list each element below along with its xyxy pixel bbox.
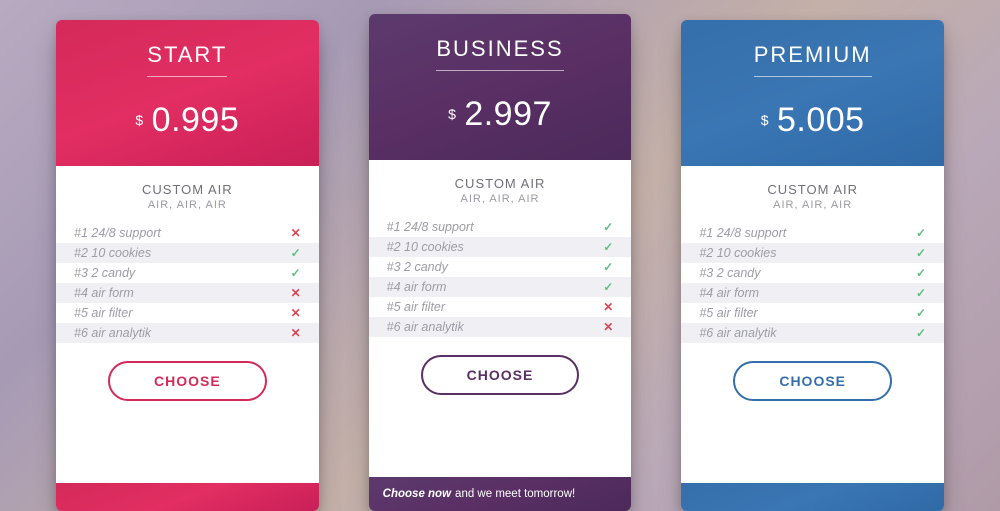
feature-label: #6 air analytik xyxy=(74,326,151,340)
plan-subsubtitle: AIR, AIR, AIR xyxy=(56,199,319,211)
pricing-card-premium: PREMIUM $ 5.005 CUSTOM AIR AIR, AIR, AIR… xyxy=(681,20,944,511)
check-icon: ✓ xyxy=(916,226,926,240)
feature-label: #4 air form xyxy=(387,280,447,294)
feature-row: #2 10 cookies ✓ xyxy=(681,243,944,263)
plan-name: PREMIUM xyxy=(754,42,872,77)
plan-subsubtitle: AIR, AIR, AIR xyxy=(681,199,944,211)
cross-icon: ✕ xyxy=(603,300,613,314)
feature-list: #1 24/8 support ✕ #2 10 cookies ✓ #3 2 can… xyxy=(56,223,319,343)
feature-row: #6 air analytik ✓ xyxy=(681,323,944,343)
cross-icon: ✕ xyxy=(291,306,301,320)
feature-label: #1 24/8 support xyxy=(74,226,161,240)
feature-row: #2 10 cookies ✓ xyxy=(56,243,319,263)
card-header: BUSINESS $ 2.997 xyxy=(369,14,632,160)
cross-icon: ✕ xyxy=(291,226,301,240)
plan-name: START xyxy=(147,42,227,77)
price-row: $ 2.997 xyxy=(379,95,622,134)
check-icon: ✓ xyxy=(916,306,926,320)
price-value: 5.005 xyxy=(777,101,865,139)
feature-row: #5 air filter ✓ xyxy=(681,303,944,323)
currency-symbol: $ xyxy=(135,112,143,128)
feature-row: #4 air form ✓ xyxy=(369,277,632,297)
check-icon: ✓ xyxy=(603,240,613,254)
check-icon: ✓ xyxy=(916,266,926,280)
feature-label: #3 2 candy xyxy=(699,266,760,280)
check-icon: ✓ xyxy=(603,220,613,234)
check-icon: ✓ xyxy=(603,280,613,294)
feature-label: #2 10 cookies xyxy=(387,240,464,254)
card-header: PREMIUM $ 5.005 xyxy=(681,20,944,166)
cross-icon: ✕ xyxy=(291,326,301,340)
feature-row: #1 24/8 support ✓ xyxy=(369,217,632,237)
card-footer: Choose now and we meet tomorrow! xyxy=(369,477,632,511)
feature-label: #5 air filter xyxy=(387,300,445,314)
feature-list: #1 24/8 support ✓ #2 10 cookies ✓ #3 2 can… xyxy=(369,217,632,337)
currency-symbol: $ xyxy=(448,106,456,122)
feature-label: #2 10 cookies xyxy=(699,246,776,260)
price-row: $ 5.005 xyxy=(691,101,934,140)
feature-label: #5 air filter xyxy=(74,306,132,320)
cross-icon: ✕ xyxy=(603,320,613,334)
footer-emphasis: Choose now xyxy=(383,488,451,500)
cross-icon: ✕ xyxy=(291,286,301,300)
feature-row: #4 air form ✕ xyxy=(56,283,319,303)
feature-label: #1 24/8 support xyxy=(699,226,786,240)
feature-row: #5 air filter ✕ xyxy=(56,303,319,323)
footer-text: and we meet tomorrow! xyxy=(455,488,575,500)
plan-subtitle: CUSTOM AIR xyxy=(369,176,632,191)
feature-row: #3 2 candy ✓ xyxy=(56,263,319,283)
feature-label: #6 air analytik xyxy=(699,326,776,340)
feature-row: #1 24/8 support ✕ xyxy=(56,223,319,243)
feature-row: #2 10 cookies ✓ xyxy=(369,237,632,257)
check-icon: ✓ xyxy=(291,266,301,280)
check-icon: ✓ xyxy=(916,286,926,300)
feature-row: #4 air form ✓ xyxy=(681,283,944,303)
feature-label: #4 air form xyxy=(74,286,134,300)
feature-label: #2 10 cookies xyxy=(74,246,151,260)
plan-name: BUSINESS xyxy=(436,36,563,71)
choose-button[interactable]: CHOOSE xyxy=(421,355,580,395)
currency-symbol: $ xyxy=(761,112,769,128)
plan-subtitle: CUSTOM AIR xyxy=(681,182,944,197)
check-icon: ✓ xyxy=(916,246,926,260)
card-footer xyxy=(681,483,944,511)
price-value: 2.997 xyxy=(464,95,552,133)
feature-row: #3 2 candy ✓ xyxy=(369,257,632,277)
card-body: CUSTOM AIR AIR, AIR, AIR #1 24/8 support… xyxy=(681,166,944,483)
card-body: CUSTOM AIR AIR, AIR, AIR #1 24/8 support… xyxy=(56,166,319,483)
card-header: START $ 0.995 xyxy=(56,20,319,166)
feature-row: #5 air filter ✕ xyxy=(369,297,632,317)
price-value: 0.995 xyxy=(152,101,240,139)
price-row: $ 0.995 xyxy=(66,101,309,140)
feature-list: #1 24/8 support ✓ #2 10 cookies ✓ #3 2 can… xyxy=(681,223,944,343)
choose-button[interactable]: CHOOSE xyxy=(733,361,892,401)
plan-subtitle: CUSTOM AIR xyxy=(56,182,319,197)
feature-row: #1 24/8 support ✓ xyxy=(681,223,944,243)
feature-label: #4 air form xyxy=(699,286,759,300)
feature-label: #6 air analytik xyxy=(387,320,464,334)
check-icon: ✓ xyxy=(916,326,926,340)
feature-label: #1 24/8 support xyxy=(387,220,474,234)
pricing-card-start: START $ 0.995 CUSTOM AIR AIR, AIR, AIR #… xyxy=(56,20,319,511)
check-icon: ✓ xyxy=(291,246,301,260)
feature-row: #3 2 candy ✓ xyxy=(681,263,944,283)
plan-subsubtitle: AIR, AIR, AIR xyxy=(369,193,632,205)
card-footer xyxy=(56,483,319,511)
card-body: CUSTOM AIR AIR, AIR, AIR #1 24/8 support… xyxy=(369,160,632,477)
feature-label: #3 2 candy xyxy=(387,260,448,274)
feature-label: #5 air filter xyxy=(699,306,757,320)
pricing-card-business: BUSINESS $ 2.997 CUSTOM AIR AIR, AIR, AI… xyxy=(369,14,632,511)
feature-row: #6 air analytik ✕ xyxy=(56,323,319,343)
choose-button[interactable]: CHOOSE xyxy=(108,361,267,401)
feature-row: #6 air analytik ✕ xyxy=(369,317,632,337)
feature-label: #3 2 candy xyxy=(74,266,135,280)
check-icon: ✓ xyxy=(603,260,613,274)
